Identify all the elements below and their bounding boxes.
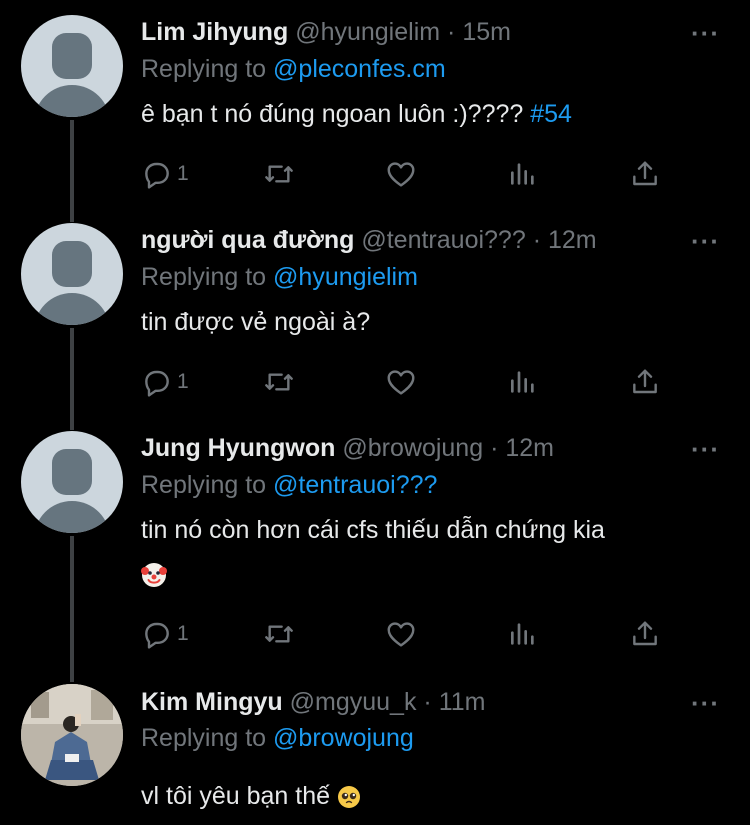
reply-button[interactable]: 1 xyxy=(141,364,189,400)
tweet[interactable]: Jung Hyungwon @browojung · 12m ··· Reply… xyxy=(0,416,750,670)
mention-link[interactable]: @tentrauoi??? xyxy=(273,471,437,499)
like-button[interactable] xyxy=(385,364,417,400)
timestamp[interactable]: 11m xyxy=(439,688,486,716)
hashtag-link[interactable]: #54 xyxy=(530,100,572,128)
user-handle[interactable]: @hyungielim xyxy=(295,18,440,46)
share-icon xyxy=(633,621,657,646)
tweet-body: tin nó còn hơn cái cfs thiếu dẫn chứng k… xyxy=(141,516,605,544)
heart-icon xyxy=(387,162,415,187)
heart-icon xyxy=(387,370,415,395)
retweet-button[interactable] xyxy=(263,364,295,400)
replying-to: Replying to @hyungielim xyxy=(141,263,418,292)
mention-link[interactable]: @browojung xyxy=(273,724,414,752)
tweet-text: ê bạn t nó đúng ngoan luôn :)???? #54 xyxy=(141,100,572,129)
share-button[interactable] xyxy=(629,616,661,652)
timestamp[interactable]: 15m xyxy=(462,18,511,46)
timestamp[interactable]: 12m xyxy=(505,434,554,462)
more-icon[interactable]: ··· xyxy=(691,688,720,719)
tweet[interactable]: người qua đường @tentrauoi??? · 12m ··· … xyxy=(0,208,750,416)
tweet[interactable]: Lim Jihyung @hyungielim · 15m ··· Replyi… xyxy=(0,0,750,210)
reply-icon xyxy=(145,370,169,397)
more-icon[interactable]: ··· xyxy=(691,434,720,465)
replying-to-label: Replying to xyxy=(141,724,267,752)
retweet-icon xyxy=(265,625,293,643)
avatar[interactable] xyxy=(21,684,123,786)
share-button[interactable] xyxy=(629,156,661,192)
more-icon[interactable]: ··· xyxy=(691,226,720,257)
clown-face-emoji xyxy=(141,563,167,588)
action-bar: 1 xyxy=(141,156,671,192)
reply-button[interactable]: 1 xyxy=(141,616,189,652)
tweet-text: tin nó còn hơn cái cfs thiếu dẫn chứng k… xyxy=(141,516,605,545)
share-button[interactable] xyxy=(629,364,661,400)
mention-link[interactable]: @pleconfes.cm xyxy=(273,55,446,83)
analytics-button[interactable] xyxy=(507,156,539,192)
action-bar: 1 xyxy=(141,364,671,400)
tweet-body: ê bạn t nó đúng ngoan luôn :)???? xyxy=(141,100,524,128)
reply-button[interactable]: 1 xyxy=(141,156,189,192)
timestamp[interactable]: 12m xyxy=(548,226,597,254)
user-handle[interactable]: @browojung xyxy=(342,434,483,462)
analytics-button[interactable] xyxy=(507,364,539,400)
display-name[interactable]: Lim Jihyung xyxy=(141,18,288,46)
analytics-icon xyxy=(511,371,534,393)
tweet-body: tin được vẻ ngoài à? xyxy=(141,308,371,336)
analytics-icon xyxy=(511,623,534,645)
avatar[interactable] xyxy=(21,431,123,533)
reply-count: 1 xyxy=(177,162,189,185)
profile-photo xyxy=(21,684,123,786)
like-button[interactable] xyxy=(385,156,417,192)
retweet-button[interactable] xyxy=(263,616,295,652)
separator: · xyxy=(447,18,456,46)
retweet-icon xyxy=(265,165,293,183)
separator: · xyxy=(423,688,432,716)
action-bar: 1 xyxy=(141,616,671,652)
separator: · xyxy=(490,434,499,462)
user-handle[interactable]: @tentrauoi??? xyxy=(361,226,525,254)
more-icon[interactable]: ··· xyxy=(691,18,720,49)
analytics-icon xyxy=(511,163,534,185)
reply-count: 1 xyxy=(177,370,189,393)
pleading-face-emoji xyxy=(337,786,360,809)
avatar[interactable] xyxy=(21,223,123,325)
display-name[interactable]: người qua đường xyxy=(141,226,354,254)
avatar[interactable] xyxy=(21,15,123,117)
tweet-header: Kim Mingyu @mgyuu_k · 11m xyxy=(141,688,485,717)
reply-icon xyxy=(145,162,169,189)
replying-to-label: Replying to xyxy=(141,263,267,291)
like-button[interactable] xyxy=(385,616,417,652)
display-name[interactable]: Jung Hyungwon xyxy=(141,434,335,462)
reply-count: 1 xyxy=(177,622,189,645)
reply-icon xyxy=(145,622,169,649)
replying-to-label: Replying to xyxy=(141,471,267,499)
replying-to: Replying to @tentrauoi??? xyxy=(141,471,437,500)
replying-to: Replying to @browojung xyxy=(141,724,414,753)
mention-link[interactable]: @hyungielim xyxy=(273,263,418,291)
tweet-emoji-line xyxy=(141,560,167,589)
tweet[interactable]: Kim Mingyu @mgyuu_k · 11m ··· Replying t… xyxy=(0,670,750,825)
retweet-icon xyxy=(265,373,293,391)
replying-to: Replying to @pleconfes.cm xyxy=(141,55,446,84)
display-name[interactable]: Kim Mingyu xyxy=(141,688,283,716)
share-icon xyxy=(633,369,657,394)
analytics-button[interactable] xyxy=(507,616,539,652)
tweet-text: tin được vẻ ngoài à? xyxy=(141,308,370,337)
tweet-header: Lim Jihyung @hyungielim · 15m xyxy=(141,18,511,47)
share-icon xyxy=(633,161,657,186)
tweet-text: vl tôi yêu bạn thế xyxy=(141,782,361,811)
tweet-header: Jung Hyungwon @browojung · 12m xyxy=(141,434,554,463)
tweet-header: người qua đường @tentrauoi??? · 12m xyxy=(141,226,597,255)
user-handle[interactable]: @mgyuu_k xyxy=(290,688,417,716)
replying-to-label: Replying to xyxy=(141,55,267,83)
heart-icon xyxy=(387,622,415,647)
tweet-body: vl tôi yêu bạn thế xyxy=(141,782,331,810)
retweet-button[interactable] xyxy=(263,156,295,192)
separator: · xyxy=(532,226,542,254)
